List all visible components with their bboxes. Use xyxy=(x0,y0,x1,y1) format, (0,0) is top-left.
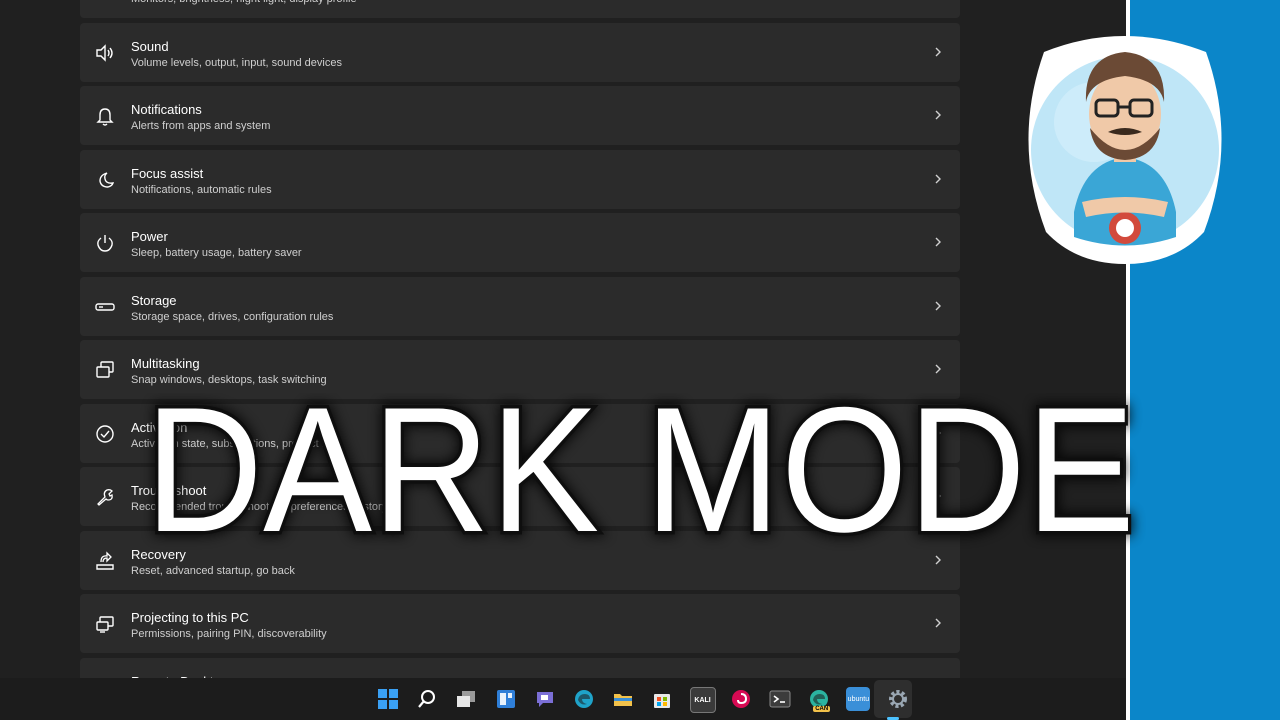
teams-chat-icon[interactable] xyxy=(533,687,557,711)
kali-icon[interactable]: KALI xyxy=(689,687,716,713)
chevron-right-icon xyxy=(932,46,944,58)
start-icon[interactable] xyxy=(376,687,400,711)
chevron-right-icon xyxy=(932,363,944,375)
taskbar: KALI CAN ubuntu xyxy=(0,678,1126,720)
settings-row-subtitle: Sleep, battery usage, battery saver xyxy=(131,247,302,259)
settings-row-title: Power xyxy=(131,229,168,244)
settings-row-title: Multitasking xyxy=(131,356,200,371)
settings-row-sound[interactable]: Sound Volume levels, output, input, sound… xyxy=(80,22,960,82)
settings-row-power[interactable]: Power Sleep, battery usage, battery saver xyxy=(80,213,960,272)
chevron-right-icon xyxy=(932,300,944,312)
moon-icon xyxy=(94,169,116,191)
ubuntu-icon[interactable]: ubuntu xyxy=(846,687,871,711)
settings-row-focus-assist[interactable]: Focus assist Notifications, automatic rul… xyxy=(80,149,960,209)
settings-row-projecting-to-this-pc[interactable]: Projecting to this PC Permissions, pairin… xyxy=(80,594,960,653)
settings-row-activation[interactable]: Activation Activation state, subscription… xyxy=(80,403,960,463)
bell-icon xyxy=(94,105,116,127)
settings-row-subtitle: Permissions, pairing PIN, discoverabilit… xyxy=(131,628,327,640)
settings-row-multitasking[interactable]: Multitasking Snap windows, desktops, task… xyxy=(80,340,960,399)
chevron-right-icon xyxy=(932,109,944,121)
edge-canary-badge: CAN xyxy=(813,706,831,712)
settings-row-display[interactable]: DisplayMonitors, brightness, night light… xyxy=(80,0,960,18)
settings-row-title: Recovery xyxy=(131,546,186,562)
channel-avatar xyxy=(1024,32,1226,264)
edge-icon[interactable] xyxy=(572,687,596,711)
edge-canary-icon[interactable]: CAN xyxy=(807,687,831,712)
settings-row-notifications[interactable]: Notifications Alerts from apps and system xyxy=(80,86,960,145)
chevron-right-icon xyxy=(932,617,944,629)
settings-row-subtitle: Recommended troubleshooters, preferences… xyxy=(131,501,388,513)
settings-row-subtitle: Notifications, automatic rules xyxy=(131,183,272,196)
settings-row-title: Activation xyxy=(131,419,188,435)
wrench-icon xyxy=(94,486,116,508)
settings-row-recovery[interactable]: Recovery Reset, advanced startup, go back xyxy=(80,530,960,590)
settings-row-subtitle: Volume levels, output, input, sound devi… xyxy=(131,56,342,69)
settings-gear-icon[interactable] xyxy=(886,687,910,711)
settings-row-subtitle: Monitors, brightness, night light, displ… xyxy=(131,0,357,5)
settings-row-remote-desktop[interactable]: Remote Desktop xyxy=(80,657,960,678)
settings-row-title: Troubleshoot xyxy=(131,483,207,498)
debian-icon[interactable] xyxy=(729,687,753,711)
settings-row-subtitle: Storage space, drives, configuration rul… xyxy=(131,310,334,323)
widgets-icon[interactable] xyxy=(494,687,518,711)
settings-row-subtitle: Snap windows, desktops, task switching xyxy=(131,374,327,386)
settings-row-troubleshoot[interactable]: Troubleshoot Recommended troubleshooters,… xyxy=(80,467,960,526)
chevron-right-icon xyxy=(932,490,944,502)
settings-row-title: Notifications xyxy=(131,102,202,117)
power-icon xyxy=(94,232,116,254)
settings-window: DisplayMonitors, brightness, night light… xyxy=(0,0,1126,678)
terminal-icon[interactable] xyxy=(768,687,792,711)
store-icon[interactable] xyxy=(650,687,674,711)
ubuntu-label: ubuntu xyxy=(847,695,870,703)
chevron-right-icon xyxy=(932,554,944,566)
task-view-icon[interactable] xyxy=(454,687,478,711)
settings-row-title: Sound xyxy=(131,38,169,54)
multitasking-icon xyxy=(94,359,116,381)
projector-icon xyxy=(94,613,116,635)
settings-row-title: Focus assist xyxy=(131,165,204,181)
file-explorer-icon[interactable] xyxy=(611,687,635,711)
settings-row-title: Projecting to this PC xyxy=(131,610,249,625)
recovery-icon xyxy=(94,550,116,572)
settings-row-subtitle: Alerts from apps and system xyxy=(131,120,271,132)
search-icon[interactable] xyxy=(415,687,439,711)
storage-icon xyxy=(94,296,116,318)
settings-row-title: Storage xyxy=(131,292,177,308)
chevron-right-icon xyxy=(932,236,944,248)
speaker-icon xyxy=(94,42,116,64)
chevron-right-icon xyxy=(932,427,944,439)
check-circle-icon xyxy=(94,423,116,445)
system-settings-list: DisplayMonitors, brightness, night light… xyxy=(80,0,960,678)
kali-label: KALI xyxy=(694,696,711,704)
settings-row-subtitle: Activation state, subscriptions, product… xyxy=(131,437,339,450)
chevron-right-icon xyxy=(932,173,944,185)
settings-row-subtitle: Reset, advanced startup, go back xyxy=(131,564,295,577)
settings-row-storage[interactable]: Storage Storage space, drives, configurat… xyxy=(80,276,960,336)
